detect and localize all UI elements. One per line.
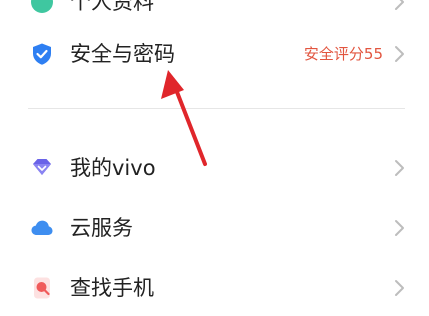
settings-item-label: 我的vivo xyxy=(70,156,156,180)
settings-item-profile[interactable]: 个人资料 xyxy=(0,0,429,28)
chevron-right-icon xyxy=(395,280,404,296)
section-divider xyxy=(28,108,405,109)
settings-item-label: 云服务 xyxy=(70,216,133,240)
chevron-right-icon xyxy=(395,0,404,10)
settings-item-security[interactable]: 安全与密码 安全评分55 xyxy=(0,28,429,80)
settings-screen: 个人资料 安全与密码 安全评分55 我的vivo 云服务 查找手机 xyxy=(0,0,429,316)
chevron-right-icon xyxy=(395,220,404,236)
cloud-icon xyxy=(31,220,53,235)
shield-check-icon xyxy=(33,43,51,65)
find-phone-icon xyxy=(34,277,50,299)
chevron-right-icon xyxy=(395,160,404,176)
profile-icon xyxy=(31,0,53,13)
settings-item-my-vivo[interactable]: 我的vivo xyxy=(0,142,429,194)
chevron-right-icon xyxy=(395,46,404,62)
settings-item-find-phone[interactable]: 查找手机 xyxy=(0,262,429,314)
settings-item-label: 查找手机 xyxy=(70,276,154,300)
settings-item-label: 安全与密码 xyxy=(70,42,175,66)
diamond-icon xyxy=(33,159,51,175)
security-score-text: 安全评分55 xyxy=(303,45,383,63)
settings-item-cloud[interactable]: 云服务 xyxy=(0,202,429,254)
settings-item-label: 个人资料 xyxy=(70,0,154,14)
